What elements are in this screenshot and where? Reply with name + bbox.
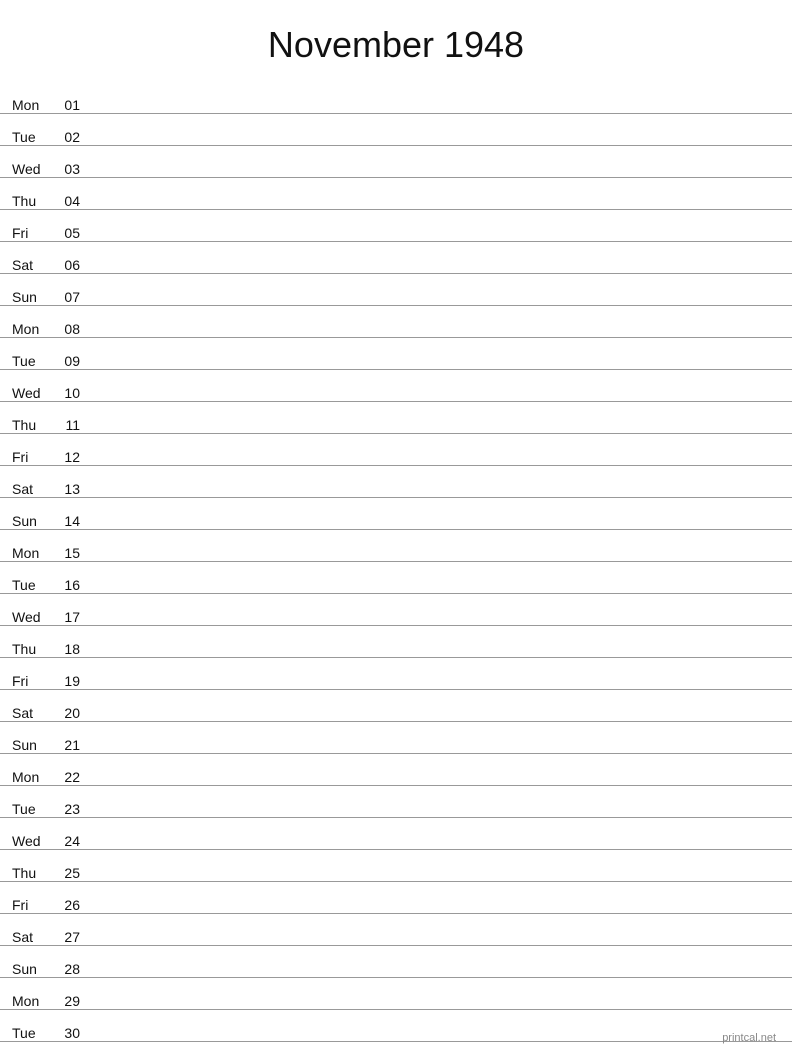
day-row: Mon01	[0, 82, 792, 114]
day-label: Mon	[12, 321, 56, 337]
day-number: 03	[56, 161, 88, 177]
day-row: Tue23	[0, 786, 792, 818]
day-label: Sun	[12, 737, 56, 753]
day-row: Mon22	[0, 754, 792, 786]
day-label: Tue	[12, 353, 56, 369]
day-label: Mon	[12, 993, 56, 1009]
day-row: Wed03	[0, 146, 792, 178]
day-label: Wed	[12, 385, 56, 401]
day-label: Sat	[12, 257, 56, 273]
day-row: Mon08	[0, 306, 792, 338]
day-number: 23	[56, 801, 88, 817]
day-row: Thu18	[0, 626, 792, 658]
day-label: Thu	[12, 641, 56, 657]
day-number: 21	[56, 737, 88, 753]
day-row: Wed24	[0, 818, 792, 850]
day-row: Sun21	[0, 722, 792, 754]
day-label: Fri	[12, 225, 56, 241]
day-number: 24	[56, 833, 88, 849]
day-label: Wed	[12, 161, 56, 177]
day-number: 30	[56, 1025, 88, 1041]
day-row: Wed10	[0, 370, 792, 402]
day-label: Mon	[12, 769, 56, 785]
day-number: 09	[56, 353, 88, 369]
day-label: Mon	[12, 545, 56, 561]
day-row: Sun14	[0, 498, 792, 530]
day-label: Tue	[12, 129, 56, 145]
day-row: Wed17	[0, 594, 792, 626]
day-row: Mon15	[0, 530, 792, 562]
page-title: November 1948	[0, 0, 792, 82]
day-label: Sun	[12, 289, 56, 305]
day-label: Sat	[12, 929, 56, 945]
day-row: Tue09	[0, 338, 792, 370]
day-number: 16	[56, 577, 88, 593]
day-number: 02	[56, 129, 88, 145]
day-row: Thu04	[0, 178, 792, 210]
day-label: Tue	[12, 577, 56, 593]
day-label: Thu	[12, 417, 56, 433]
day-label: Tue	[12, 1025, 56, 1041]
day-label: Mon	[12, 97, 56, 113]
day-label: Fri	[12, 897, 56, 913]
day-row: Fri26	[0, 882, 792, 914]
day-number: 06	[56, 257, 88, 273]
day-row: Sun07	[0, 274, 792, 306]
day-number: 11	[56, 417, 88, 433]
footer-text: printcal.net	[722, 1032, 776, 1044]
day-label: Sun	[12, 961, 56, 977]
day-row: Fri19	[0, 658, 792, 690]
day-row: Tue02	[0, 114, 792, 146]
day-number: 22	[56, 769, 88, 785]
day-label: Fri	[12, 673, 56, 689]
day-label: Sat	[12, 481, 56, 497]
day-number: 27	[56, 929, 88, 945]
day-number: 25	[56, 865, 88, 881]
day-label: Thu	[12, 865, 56, 881]
day-label: Tue	[12, 801, 56, 817]
day-row: Sat20	[0, 690, 792, 722]
day-number: 10	[56, 385, 88, 401]
day-number: 07	[56, 289, 88, 305]
day-number: 12	[56, 449, 88, 465]
day-row: Tue30	[0, 1010, 792, 1042]
day-label: Wed	[12, 609, 56, 625]
day-row: Sun28	[0, 946, 792, 978]
day-row: Sat06	[0, 242, 792, 274]
day-number: 28	[56, 961, 88, 977]
day-number: 14	[56, 513, 88, 529]
day-number: 15	[56, 545, 88, 561]
day-number: 17	[56, 609, 88, 625]
day-number: 20	[56, 705, 88, 721]
day-number: 08	[56, 321, 88, 337]
day-number: 01	[56, 97, 88, 113]
day-row: Mon29	[0, 978, 792, 1010]
day-row: Sat13	[0, 466, 792, 498]
day-number: 29	[56, 993, 88, 1009]
day-row: Fri12	[0, 434, 792, 466]
day-label: Sun	[12, 513, 56, 529]
day-number: 26	[56, 897, 88, 913]
day-number: 18	[56, 641, 88, 657]
day-number: 05	[56, 225, 88, 241]
day-number: 04	[56, 193, 88, 209]
day-label: Wed	[12, 833, 56, 849]
day-row: Fri05	[0, 210, 792, 242]
calendar-container: Mon01Tue02Wed03Thu04Fri05Sat06Sun07Mon08…	[0, 82, 792, 1042]
day-row: Thu25	[0, 850, 792, 882]
day-number: 13	[56, 481, 88, 497]
day-row: Sat27	[0, 914, 792, 946]
day-label: Thu	[12, 193, 56, 209]
day-number: 19	[56, 673, 88, 689]
day-label: Sat	[12, 705, 56, 721]
day-label: Fri	[12, 449, 56, 465]
day-row: Thu11	[0, 402, 792, 434]
day-row: Tue16	[0, 562, 792, 594]
